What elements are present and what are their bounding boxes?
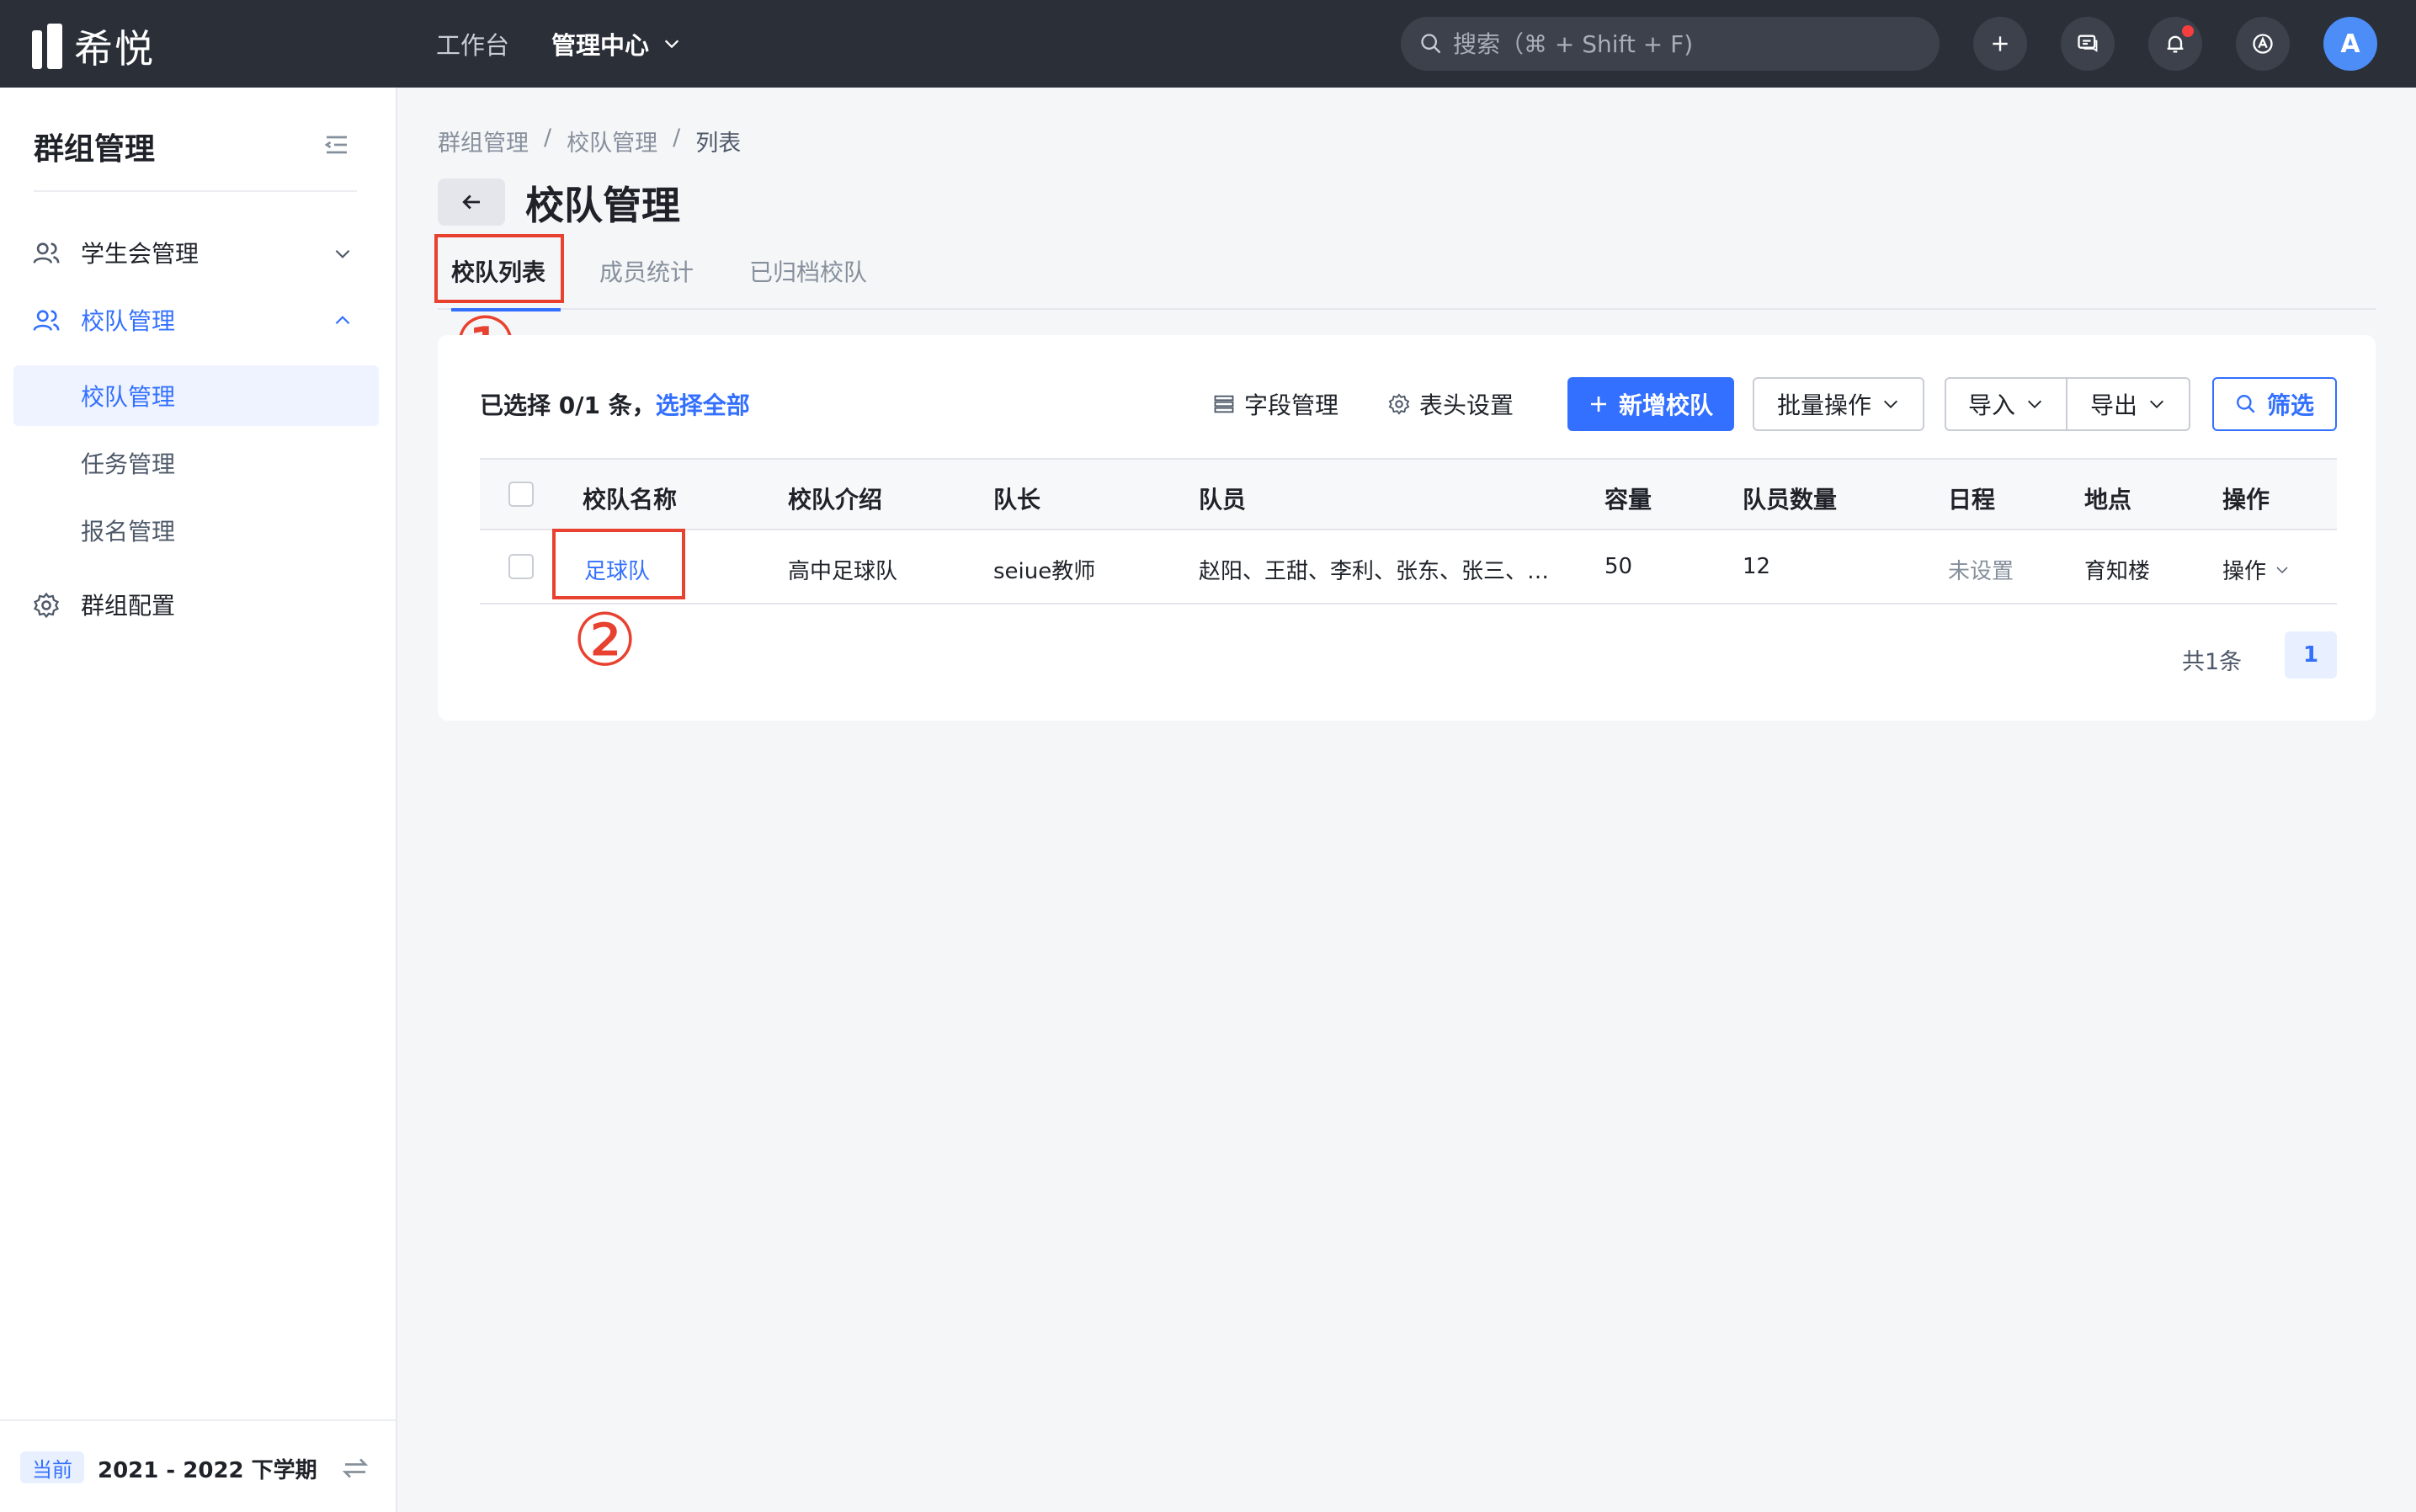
pagination-page-1[interactable]: 1: [2285, 631, 2337, 679]
message-icon: [2078, 35, 2098, 52]
member-count-cell: 12: [1743, 554, 1771, 579]
members-cell: 赵阳、王甜、李利、张东、张三、…: [1199, 559, 1550, 584]
notifications-button[interactable]: [2148, 17, 2202, 71]
tab-archived-teams[interactable]: 已归档校队: [749, 254, 867, 310]
assistant-icon: [2253, 34, 2273, 54]
sidebar-item-student-union[interactable]: 学生会管理: [13, 222, 379, 283]
add-team-button[interactable]: 新增校队: [1567, 377, 1734, 431]
column-header[interactable]: 队长: [993, 482, 1040, 515]
users-icon: [33, 310, 60, 331]
breadcrumb: 群组管理 / 校队管理 / 列表: [438, 125, 741, 157]
selection-info: 已选择 0/1 条，选择全部: [480, 391, 750, 419]
search-input[interactable]: [1453, 29, 1924, 58]
arrow-left-icon: [462, 194, 480, 210]
app-logo[interactable]: 希悦: [32, 19, 155, 74]
plus-icon: [1993, 36, 2008, 51]
annotation-number-2: ②: [572, 599, 638, 683]
back-button[interactable]: [438, 178, 505, 226]
column-header[interactable]: 日程: [1948, 482, 1995, 515]
column-header[interactable]: 地点: [2084, 482, 2131, 515]
chevron-up-icon: [335, 316, 350, 325]
ai-assistant-button[interactable]: [2236, 17, 2290, 71]
notification-dot: [2182, 25, 2194, 37]
column-header: 操作: [2222, 486, 2270, 514]
tab-member-stats[interactable]: 成员统计: [599, 254, 694, 310]
term-footer: 当前 2021 - 2022 下学期: [0, 1419, 396, 1512]
current-term-badge: 当前: [20, 1451, 84, 1483]
sidebar-subitem-task-management[interactable]: 任务管理: [13, 433, 379, 493]
filter-button[interactable]: 筛选: [2212, 377, 2337, 431]
select-all-checkbox[interactable]: [508, 482, 534, 507]
column-header[interactable]: 队员数量: [1743, 482, 1837, 515]
messages-button[interactable]: [2061, 17, 2115, 71]
gear-icon: [1388, 393, 1410, 415]
swap-icon[interactable]: [340, 1453, 370, 1483]
current-term-label: 2021 - 2022 下学期: [98, 1458, 317, 1483]
row-checkbox[interactable]: [508, 554, 534, 579]
schedule-cell: 未设置: [1948, 559, 2014, 584]
select-all-link[interactable]: 选择全部: [656, 391, 750, 419]
plus-icon: [1590, 397, 1606, 412]
tab-bar: 校队列表 成员统计 已归档校队: [438, 244, 2376, 311]
batch-operation-dropdown[interactable]: 批量操作: [1753, 377, 1924, 431]
column-header[interactable]: 队员: [1199, 482, 1246, 515]
fields-icon: [1214, 395, 1234, 413]
breadcrumb-item[interactable]: 校队管理: [567, 125, 657, 157]
sidebar-item-group-config[interactable]: 群组配置: [13, 574, 379, 635]
column-header[interactable]: 容量: [1604, 482, 1652, 515]
breadcrumb-separator: /: [673, 125, 681, 151]
pagination-total: 共1条: [2182, 649, 2243, 675]
breadcrumb-separator: /: [544, 125, 552, 151]
search-icon: [2237, 395, 2255, 413]
column-header[interactable]: 校队介绍: [788, 482, 882, 515]
users-icon: [33, 242, 60, 264]
sidebar-divider: [34, 190, 357, 192]
sidebar-subitem-team-management[interactable]: 校队管理: [13, 365, 379, 426]
annotation-box-2: [552, 529, 685, 599]
chevron-down-icon: [2028, 400, 2041, 408]
location-cell: 育知楼: [2084, 559, 2151, 584]
breadcrumb-current: 列表: [695, 130, 742, 157]
header-settings-button[interactable]: 表头设置: [1387, 377, 1514, 431]
collapse-sidebar-icon[interactable]: [322, 130, 352, 160]
team-list-card: 已选择 0/1 条，选择全部 字段管理 表头设置 新增校队 批量操作 导入 导出…: [438, 335, 2376, 721]
search-box[interactable]: [1401, 17, 1940, 71]
row-actions-dropdown[interactable]: 操作: [2222, 554, 2290, 585]
add-button[interactable]: [1973, 17, 2027, 71]
field-manage-button[interactable]: 字段管理: [1212, 377, 1338, 431]
nav-workbench[interactable]: 工作台: [436, 26, 509, 61]
logo-icon: [32, 24, 62, 69]
captain-cell: seiue教师: [993, 559, 1096, 584]
sidebar-subitem-registration-management[interactable]: 报名管理: [13, 500, 379, 561]
table-row: 足球队 高中足球队 seiue教师 赵阳、王甜、李利、张东、张三、… 50 12…: [480, 530, 2337, 604]
page-title: 校队管理: [525, 183, 680, 228]
chevron-down-icon: [335, 249, 350, 258]
annotation-box-1: [434, 234, 564, 303]
export-dropdown[interactable]: 导出: [2067, 377, 2190, 431]
sidebar-title: 群组管理: [34, 132, 156, 167]
breadcrumb-item[interactable]: 群组管理: [438, 125, 529, 157]
import-dropdown[interactable]: 导入: [1945, 377, 2067, 431]
sidebar-item-team-management[interactable]: 校队管理: [13, 290, 379, 350]
top-bar: 希悦 工作台 管理中心 A: [0, 0, 2416, 88]
table-header: 校队名称 校队介绍 队长 队员 容量 队员数量 日程 地点 操作: [480, 458, 2337, 530]
column-header[interactable]: 校队名称: [583, 482, 677, 515]
chevron-down-icon: [664, 40, 679, 49]
nav-management-center[interactable]: 管理中心: [551, 26, 681, 61]
logo-text: 希悦: [74, 26, 155, 72]
avatar[interactable]: A: [2323, 17, 2377, 71]
chevron-down-icon: [1884, 400, 1897, 408]
top-nav: 工作台 管理中心: [436, 0, 681, 88]
chevron-down-icon: [2150, 400, 2163, 408]
gear-icon: [33, 592, 60, 619]
team-intro-cell: 高中足球队: [788, 559, 898, 584]
capacity-cell: 50: [1604, 554, 1633, 579]
search-icon: [1421, 34, 1441, 54]
chevron-down-icon: [2276, 566, 2288, 573]
sidebar: 群组管理 学生会管理 校队管理 校队管理 任务管理 报名管理 群组配置 当前 2…: [0, 88, 397, 1512]
